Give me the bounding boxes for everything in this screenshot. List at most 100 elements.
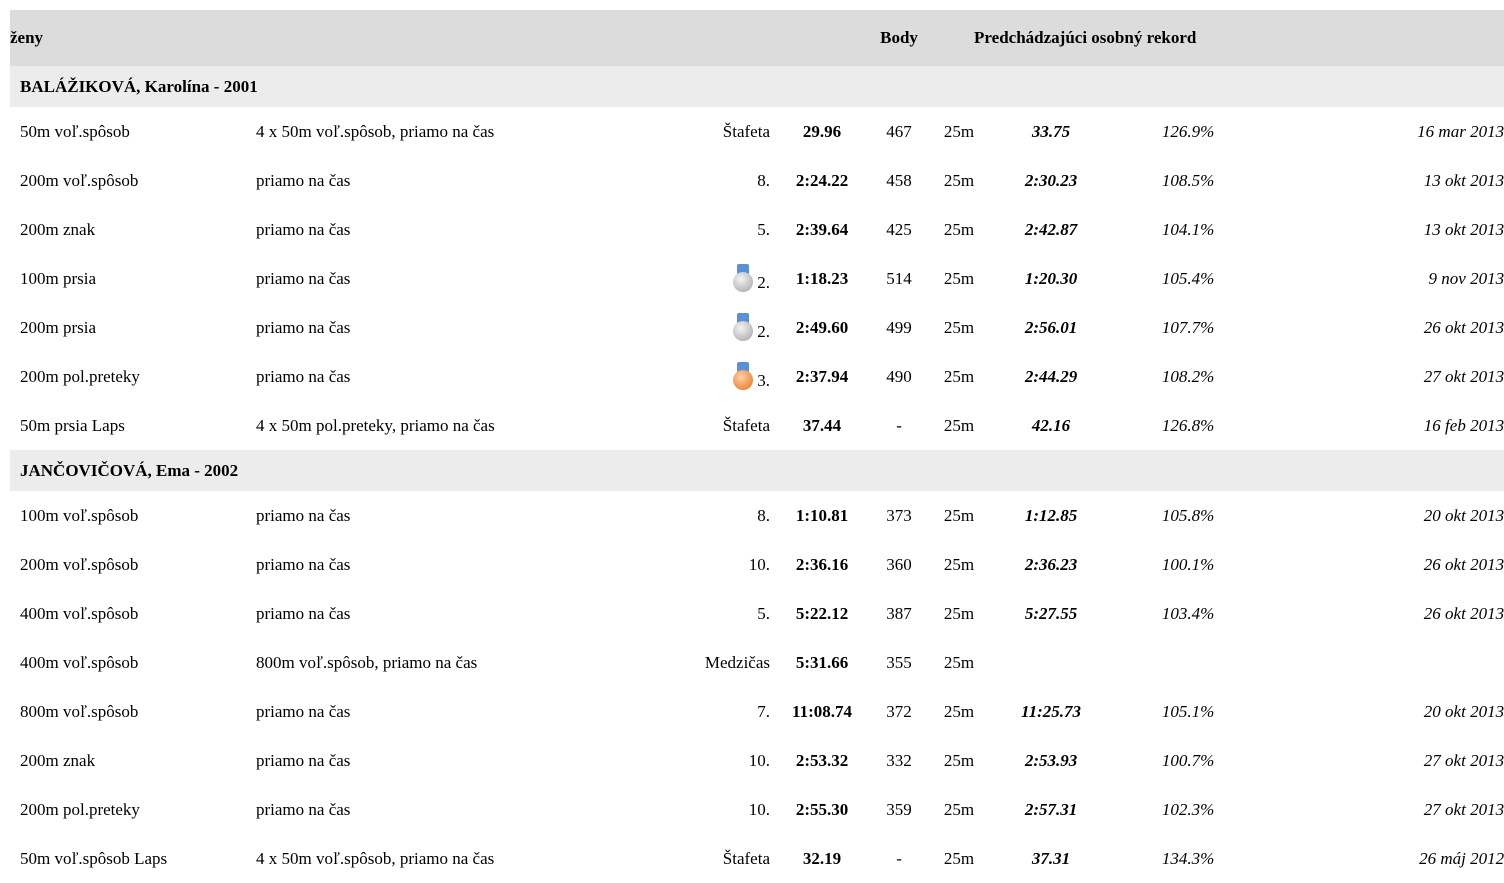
points-cell: 425 [886,219,912,239]
pb-date-cell: 26 okt 2013 [1423,317,1504,337]
event-cell: 50m voľ.spôsob [20,121,130,141]
time-cell: 1:18.23 [795,268,849,288]
heat-cell: priamo na čas [256,170,351,190]
heat-cell: 4 x 50m voľ.spôsob, priamo na čas [256,121,495,141]
previous-pb-time-cell: 11:25.73 [1021,701,1082,721]
time-cell: 2:53.32 [795,750,849,770]
points-cell: - [896,415,902,435]
place-cell: Štafeta [722,848,770,868]
previous-pb-time-cell: 1:20.30 [1024,268,1078,288]
place-label: 2. [757,272,770,292]
place-cell: Štafeta [722,415,770,435]
table-row: 400m voľ.spôsob priamo na čas 5. 5:22.12 387… [10,589,1504,638]
event-cell: 100m prsia [20,268,97,288]
percent-cell: 108.2% [1161,366,1215,386]
place-cell: 2. [674,303,776,352]
percent-cell: 104.1% [1161,219,1215,239]
heat-cell: priamo na čas [256,799,351,819]
percent-cell: 126.9% [1161,121,1215,141]
silver-medal-icon [732,312,754,343]
previous-pb-time-cell: 2:42.87 [1024,219,1078,239]
table-row: 200m voľ.spôsob priamo na čas 8. 2:24.22 458… [10,156,1504,205]
place-cell: 8. [757,170,770,190]
pb-date-cell: 27 okt 2013 [1423,366,1504,386]
percent-cell: 105.4% [1161,268,1215,288]
percent-cell [1114,638,1262,687]
table-row: 200m pol.preteky priamo na čas 10. 2:55.30 3… [10,785,1504,834]
results-table: ženy Body Predchádzajúci osobný rekord B… [10,10,1504,883]
place-label: 3. [757,370,770,390]
previous-pb-time-cell: 37.31 [1031,848,1071,868]
athlete-header-row: BALÁŽIKOVÁ, Karolína - 2001 [10,66,1504,107]
group-header: ženy [10,28,44,47]
pb-date-cell: 27 okt 2013 [1423,750,1504,770]
table-row: 50m prsia Laps 4 x 50m pol.preteky, priam… [10,401,1504,450]
points-cell: 373 [886,505,912,525]
course-cell: 25m [943,366,975,386]
course-cell: 25m [943,317,975,337]
course-cell: 25m [943,603,975,623]
place-cell: Medzičas [704,652,770,672]
points-cell: 458 [886,170,912,190]
points-cell: 359 [886,799,912,819]
previous-pb-time-cell: 5:27.55 [1024,603,1078,623]
percent-cell: 103.4% [1161,603,1215,623]
heat-cell: 800m voľ.spôsob, priamo na čas [256,652,478,672]
place-cell: 3. [674,352,776,401]
points-cell: 467 [886,121,912,141]
course-cell: 25m [943,170,975,190]
time-cell: 2:55.30 [795,799,849,819]
pb-date-cell: 26 okt 2013 [1423,554,1504,574]
previous-pb-time-cell: 2:57.31 [1024,799,1078,819]
place-cell: 5. [757,603,770,623]
points-cell: 372 [886,701,912,721]
table-row: 200m prsia priamo na čas 2. 2:49.60 499 25m 2:… [10,303,1504,352]
time-cell: 5:31.66 [795,652,849,672]
time-cell: 1:10.81 [795,505,849,525]
heat-cell: priamo na čas [256,268,351,288]
place-cell: 10. [748,554,770,574]
heat-cell: 4 x 50m voľ.spôsob, priamo na čas [256,848,495,868]
time-cell: 32.19 [802,848,842,868]
table-row: 200m znak priamo na čas 10. 2:53.32 332 25m 2:… [10,736,1504,785]
time-cell: 2:24.22 [795,170,849,190]
pb-date-cell [1262,638,1504,687]
previous-pb-time-cell: 2:56.01 [1024,317,1078,337]
points-cell: 499 [886,317,912,337]
silver-medal-icon [732,263,754,294]
athlete-header-row: JANČOVIČOVÁ, Ema - 2002 [10,450,1504,491]
table-row: 200m znak priamo na čas 5. 2:39.64 425 25m 2:4… [10,205,1504,254]
heat-cell: priamo na čas [256,750,351,770]
event-cell: 200m znak [20,750,96,770]
previous-pb-time-cell: 2:36.23 [1024,554,1078,574]
results-body: BALÁŽIKOVÁ, Karolína - 2001 50m voľ.spôso… [10,66,1504,883]
course-cell: 25m [943,652,975,672]
time-cell: 37.44 [802,415,842,435]
points-cell: 360 [886,554,912,574]
points-cell: 387 [886,603,912,623]
place-cell: 8. [757,505,770,525]
course-cell: 25m [943,554,975,574]
pb-date-cell: 16 mar 2013 [1417,121,1504,141]
heat-cell: priamo na čas [256,701,351,721]
pb-date-cell: 26 okt 2013 [1423,603,1504,623]
time-cell: 2:37.94 [795,366,849,386]
table-row: 100m voľ.spôsob priamo na čas 8. 1:10.81 373… [10,491,1504,540]
time-cell: 29.96 [802,121,842,141]
percent-cell: 105.1% [1161,701,1215,721]
pb-date-cell: 20 okt 2013 [1423,701,1504,721]
previous-pb-time-cell: 2:53.93 [1024,750,1078,770]
percent-cell: 105.8% [1161,505,1215,525]
time-cell: 11:08.74 [792,701,853,721]
time-cell: 5:22.12 [795,603,849,623]
table-row: 200m voľ.spôsob priamo na čas 10. 2:36.16 36… [10,540,1504,589]
place-cell: 7. [757,701,770,721]
pb-date-cell: 13 okt 2013 [1423,219,1504,239]
table-row: 100m prsia priamo na čas 2. 1:18.23 514 25m 1:… [10,254,1504,303]
time-cell: 2:39.64 [795,219,849,239]
event-cell: 50m prsia Laps [20,415,125,435]
points-cell: 490 [886,366,912,386]
pb-date-cell: 27 okt 2013 [1423,799,1504,819]
event-cell: 400m voľ.spôsob [20,603,139,623]
previous-pb-time-cell: 33.75 [1031,121,1071,141]
